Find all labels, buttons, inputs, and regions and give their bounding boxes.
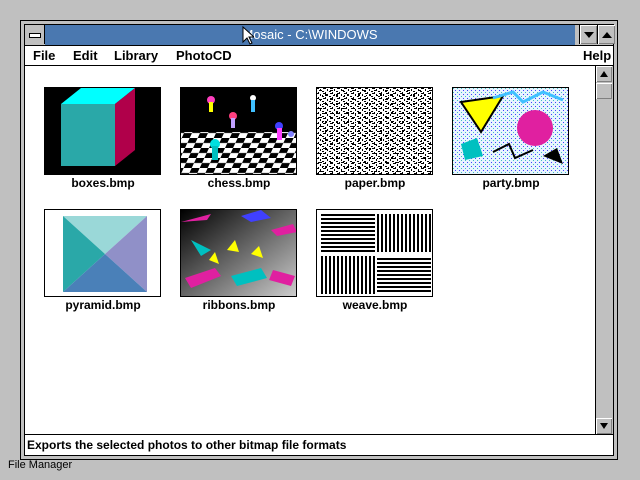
window-client-frame: Mosaic - C:\WINDOWS File Edit Library Ph… [24, 24, 615, 456]
scroll-up-arrow-icon [600, 71, 608, 77]
minimize-arrow-icon [583, 31, 594, 38]
mouse-pointer-icon [242, 26, 254, 45]
system-menu-button[interactable] [25, 25, 45, 44]
caption-paper[interactable]: paper.bmp [305, 176, 445, 190]
menu-bar: File Edit Library PhotoCD Help [25, 46, 613, 66]
vertical-scrollbar[interactable] [595, 66, 613, 434]
thumbnail-weave[interactable] [316, 209, 433, 297]
thumbnail-paper[interactable] [316, 87, 433, 175]
scroll-up-button[interactable] [596, 66, 612, 82]
thumbnail-area: boxes.bmp chess.bmp paper.bmp party.bmp … [25, 66, 596, 434]
ribbons-image [181, 210, 296, 296]
paper-image [317, 88, 432, 174]
scroll-down-button[interactable] [596, 418, 612, 434]
chess-image [181, 88, 296, 174]
scroll-thumb[interactable] [596, 83, 612, 99]
file-manager-label[interactable]: File Manager [8, 459, 72, 471]
status-bar: Exports the selected photos to other bit… [25, 434, 613, 455]
title-bar[interactable]: Mosaic - C:\WINDOWS [25, 25, 615, 46]
thumbnail-ribbons[interactable] [180, 209, 297, 297]
window-title: Mosaic - C:\WINDOWS [242, 27, 378, 42]
pyramid-image [45, 210, 160, 296]
status-text: Exports the selected photos to other bit… [27, 438, 347, 452]
menu-photocd[interactable]: PhotoCD [176, 48, 232, 63]
menu-edit[interactable]: Edit [73, 48, 98, 63]
caption-ribbons[interactable]: ribbons.bmp [169, 298, 309, 312]
thumbnail-pyramid[interactable] [44, 209, 161, 297]
caption-boxes[interactable]: boxes.bmp [33, 176, 173, 190]
caption-weave[interactable]: weave.bmp [305, 298, 445, 312]
maximize-button[interactable] [597, 25, 615, 44]
thumbnail-boxes[interactable] [44, 87, 161, 175]
caption-chess[interactable]: chess.bmp [169, 176, 309, 190]
mosaic-window: Mosaic - C:\WINDOWS File Edit Library Ph… [20, 20, 618, 460]
caption-party[interactable]: party.bmp [441, 176, 581, 190]
maximize-arrow-icon [601, 31, 612, 38]
caption-pyramid[interactable]: pyramid.bmp [33, 298, 173, 312]
thumbnail-party[interactable] [452, 87, 569, 175]
weave-image [317, 210, 432, 296]
party-image [453, 88, 568, 174]
scroll-down-arrow-icon [600, 423, 608, 429]
boxes-image [45, 88, 160, 174]
menu-help[interactable]: Help [583, 48, 611, 63]
minimize-button[interactable] [579, 25, 597, 44]
menu-library[interactable]: Library [114, 48, 158, 63]
menu-file[interactable]: File [33, 48, 55, 63]
system-menu-icon [29, 33, 41, 38]
thumbnail-chess[interactable] [180, 87, 297, 175]
